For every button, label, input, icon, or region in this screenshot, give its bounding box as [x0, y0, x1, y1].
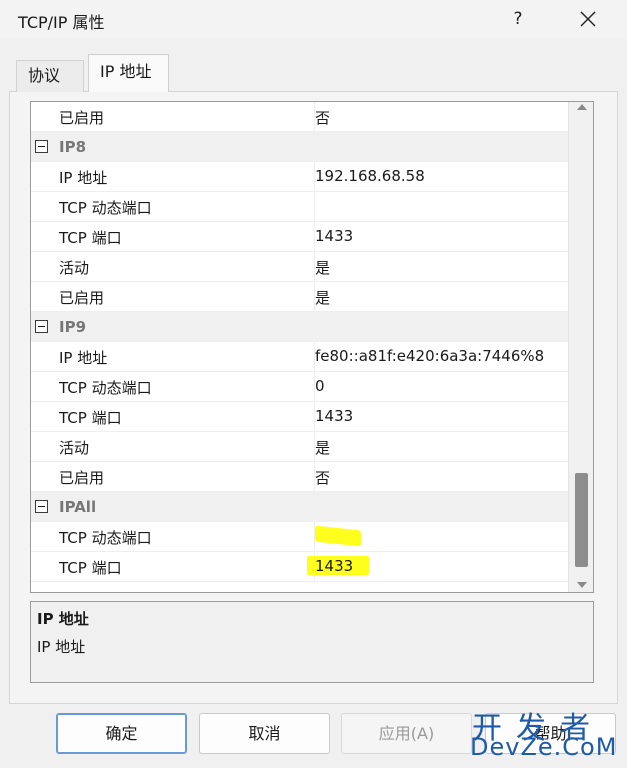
property-row[interactable]: 已启用 是: [31, 282, 568, 312]
property-value: 否: [315, 109, 331, 127]
property-value: 1433: [315, 227, 354, 245]
collapse-icon[interactable]: [35, 320, 48, 333]
category-label: IP8: [59, 138, 87, 156]
property-row[interactable]: TCP 端口 1433: [31, 552, 568, 582]
property-grid[interactable]: 已启用否 IP8 IP 地址 192.168.68.58 TCP 动态端口 TCP 端口 1…: [30, 101, 594, 593]
property-row[interactable]: 已启用 否: [31, 462, 568, 492]
property-name: 已启用: [59, 289, 105, 307]
property-value-cell[interactable]: 否: [314, 102, 568, 132]
property-value: 1433: [315, 557, 354, 575]
window-title: TCP/IP 属性: [18, 13, 105, 32]
property-row[interactable]: TCP 端口 1433: [31, 222, 568, 252]
property-name: TCP 动态端口: [59, 529, 152, 547]
title-bar: TCP/IP 属性 ?: [0, 0, 627, 38]
watermark-en: DevZe.CoM: [470, 733, 618, 761]
property-value-cell[interactable]: 1433: [314, 402, 568, 432]
category-label: IPAll: [59, 498, 97, 516]
property-value: 是: [315, 259, 331, 277]
property-value-cell[interactable]: 是: [314, 432, 568, 462]
vertical-scrollbar[interactable]: [568, 102, 593, 592]
property-value-cell[interactable]: 1433: [307, 552, 568, 582]
property-name: 已启用: [59, 109, 105, 127]
ok-button[interactable]: 确定: [56, 713, 187, 754]
apply-button[interactable]: 应用(A): [341, 713, 472, 754]
property-value: 192.168.68.58: [315, 167, 425, 185]
watermark-logo: 开发者 DevZe.CoM: [470, 703, 620, 765]
property-value: 0: [315, 377, 325, 395]
property-row[interactable]: TCP 动态端口 0: [31, 372, 568, 402]
category-label: IP9: [59, 318, 87, 336]
property-name: TCP 动态端口: [59, 379, 152, 397]
property-value: 是: [315, 289, 331, 307]
property-row[interactable]: TCP 动态端口: [31, 522, 568, 552]
property-name: 已启用: [59, 469, 105, 487]
close-icon: [580, 11, 596, 27]
cancel-button[interactable]: 取消: [199, 713, 330, 754]
property-value: 1433: [315, 407, 354, 425]
help-button[interactable]: ?: [500, 2, 536, 36]
scroll-up-icon[interactable]: [577, 104, 587, 110]
property-name: 活动: [59, 259, 90, 277]
property-row[interactable]: TCP 端口 1433: [31, 402, 568, 432]
category-row[interactable]: IP9: [31, 312, 568, 342]
property-value-cell[interactable]: fe80::a81f:e420:6a3a:7446%8: [314, 342, 568, 372]
property-name: TCP 动态端口: [59, 199, 152, 217]
property-name: 活动: [59, 439, 90, 457]
highlight-mark: [315, 525, 361, 547]
description-pane: IP 地址 IP 地址: [30, 601, 594, 683]
close-button[interactable]: [566, 2, 610, 36]
tab-protocol[interactable]: 协议: [16, 60, 84, 92]
description-title: IP 地址: [37, 610, 89, 628]
property-value-cell[interactable]: 192.168.68.58: [314, 162, 568, 192]
property-value: 否: [315, 469, 331, 487]
property-row[interactable]: TCP 动态端口: [31, 192, 568, 222]
property-name: IP 地址: [59, 169, 108, 187]
property-row[interactable]: 活动 是: [31, 432, 568, 462]
category-row[interactable]: IPAll: [31, 492, 568, 522]
property-name: TCP 端口: [59, 409, 122, 427]
property-name: TCP 端口: [59, 229, 122, 247]
property-value-cell[interactable]: 是: [314, 252, 568, 282]
property-value-cell[interactable]: [314, 192, 568, 222]
property-value-cell[interactable]: 0: [314, 372, 568, 402]
tab-ip-address[interactable]: IP 地址: [88, 54, 169, 92]
scroll-down-icon[interactable]: [577, 582, 587, 588]
property-value-cell[interactable]: [314, 522, 568, 552]
property-value: 是: [315, 439, 331, 457]
property-value: fe80::a81f:e420:6a3a:7446%8: [315, 347, 545, 365]
property-rows: 已启用否 IP8 IP 地址 192.168.68.58 TCP 动态端口 TCP 端口 1…: [31, 102, 568, 582]
collapse-icon[interactable]: [35, 140, 48, 153]
collapse-icon[interactable]: [35, 500, 48, 513]
property-row[interactable]: IP 地址 192.168.68.58: [31, 162, 568, 192]
property-row[interactable]: IP 地址 fe80::a81f:e420:6a3a:7446%8: [31, 342, 568, 372]
property-row[interactable]: 活动 是: [31, 252, 568, 282]
property-name: IP 地址: [59, 349, 108, 367]
description-text: IP 地址: [37, 638, 86, 656]
property-value-cell[interactable]: 1433: [314, 222, 568, 252]
property-name: TCP 端口: [59, 559, 122, 577]
property-row[interactable]: 已启用 否: [31, 102, 568, 132]
scroll-thumb[interactable]: [575, 473, 588, 567]
category-row[interactable]: IP8: [31, 132, 568, 162]
property-value-cell[interactable]: 否: [314, 462, 568, 492]
property-value-cell[interactable]: 是: [314, 282, 568, 312]
